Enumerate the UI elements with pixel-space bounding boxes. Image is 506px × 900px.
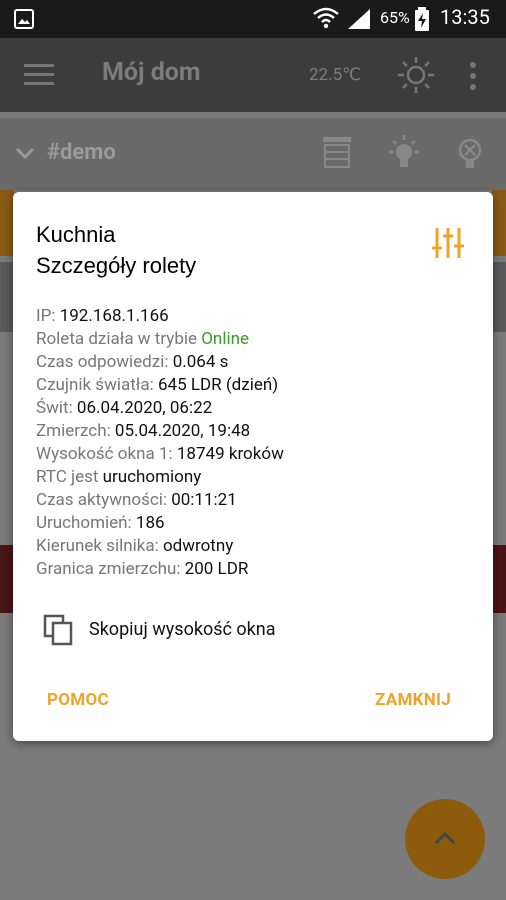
detail-label: Wysokość okna 1:	[36, 444, 177, 464]
dialog-title-room: Kuchnia	[36, 222, 116, 247]
sun-icon[interactable]	[397, 56, 435, 94]
help-button[interactable]: POMOC	[47, 690, 109, 710]
more-vert-icon[interactable]	[466, 60, 480, 92]
scroll-up-fab[interactable]	[405, 799, 485, 879]
detail-row: Wysokość okna 1: 18749 kroków	[36, 443, 284, 466]
detail-value: 200 LDR	[184, 559, 249, 579]
detail-label: RTC jest	[36, 467, 103, 487]
details-list: IP: 192.168.1.166 Roleta działa w trybie …	[36, 305, 284, 581]
detail-value: 645 LDR (dzień)	[157, 375, 279, 395]
close-button[interactable]: ZAMKNIJ	[375, 690, 451, 710]
detail-label: Uruchomień:	[36, 513, 136, 533]
detail-row: RTC jest uruchomiony	[36, 466, 284, 489]
detail-value: odwrotny	[162, 536, 234, 556]
detail-row: Kierunek silnika: odwrotny	[36, 535, 284, 558]
detail-row: Świt: 06.04.2020, 06:22	[36, 397, 284, 420]
image-notification-icon	[14, 9, 34, 29]
chevron-down-icon[interactable]	[14, 146, 36, 162]
group-name: #demo	[47, 140, 116, 165]
card-edge	[0, 190, 14, 256]
menu-icon[interactable]	[24, 62, 54, 88]
detail-row: Uruchomień: 186	[36, 512, 284, 535]
detail-label: Roleta działa w trybie	[36, 329, 202, 349]
detail-label: Czujnik światła:	[36, 375, 158, 395]
detail-value: 05.04.2020, 19:48	[114, 421, 251, 441]
status-clock: 13:35	[440, 5, 490, 29]
detail-value: 192.168.1.166	[59, 306, 169, 326]
battery-percent: 65%	[380, 8, 410, 27]
detail-value: 00:11:21	[171, 490, 237, 510]
blinds-icon[interactable]	[322, 136, 352, 170]
bulb-off-icon[interactable]	[455, 136, 489, 174]
app-toolbar: Mój dom 22.5℃	[0, 38, 506, 112]
detail-value: Online	[201, 329, 249, 349]
status-bar: 65% 13:35	[0, 0, 506, 38]
detail-label: Świt:	[36, 398, 77, 418]
detail-value: 18749 kroków	[176, 444, 284, 464]
card-edge	[492, 190, 506, 256]
detail-row: Granica zmierzchu: 200 LDR	[36, 558, 284, 581]
copy-height-label[interactable]: Skopiuj wysokość okna	[89, 619, 276, 640]
detail-label: Granica zmierzchu:	[36, 559, 185, 579]
detail-label: Zmierzch:	[36, 421, 115, 441]
detail-value: uruchomiony	[102, 467, 202, 487]
card-edge	[0, 262, 14, 332]
detail-value: 06.04.2020, 06:22	[76, 398, 213, 418]
chevron-up-icon	[434, 831, 456, 845]
tune-settings-icon[interactable]	[431, 226, 465, 260]
card-edge	[492, 545, 506, 613]
temperature-readout: 22.5℃	[309, 65, 362, 85]
detail-row: Roleta działa w trybie Online	[36, 328, 284, 351]
detail-row: Czas aktywności: 00:11:21	[36, 489, 284, 512]
dialog-title: Szczegóły rolety	[36, 253, 197, 278]
detail-row: Czujnik światła: 645 LDR (dzień)	[36, 374, 284, 397]
group-header[interactable]: #demo	[0, 118, 506, 190]
app-title: Mój dom	[102, 58, 201, 87]
blind-details-dialog: Kuchnia Szczegóły rolety IP: 192.168.1.1…	[13, 192, 493, 741]
signal-icon	[348, 9, 370, 29]
detail-value: 186	[135, 513, 165, 533]
card-edge	[492, 262, 506, 332]
detail-label: Czas odpowiedzi:	[36, 352, 173, 372]
detail-label: Kierunek silnika:	[36, 536, 163, 556]
card-edge	[0, 545, 14, 613]
copy-icon[interactable]	[43, 614, 75, 646]
detail-row: IP: 192.168.1.166	[36, 305, 284, 328]
detail-row: Czas odpowiedzi: 0.064 s	[36, 351, 284, 374]
detail-label: IP:	[36, 306, 60, 326]
detail-label: Czas aktywności:	[36, 490, 172, 510]
bulb-on-icon[interactable]	[386, 134, 422, 172]
battery-charging-icon	[415, 7, 429, 31]
detail-value: 0.064 s	[172, 352, 229, 372]
wifi-icon	[313, 7, 339, 29]
detail-row: Zmierzch: 05.04.2020, 19:48	[36, 420, 284, 443]
